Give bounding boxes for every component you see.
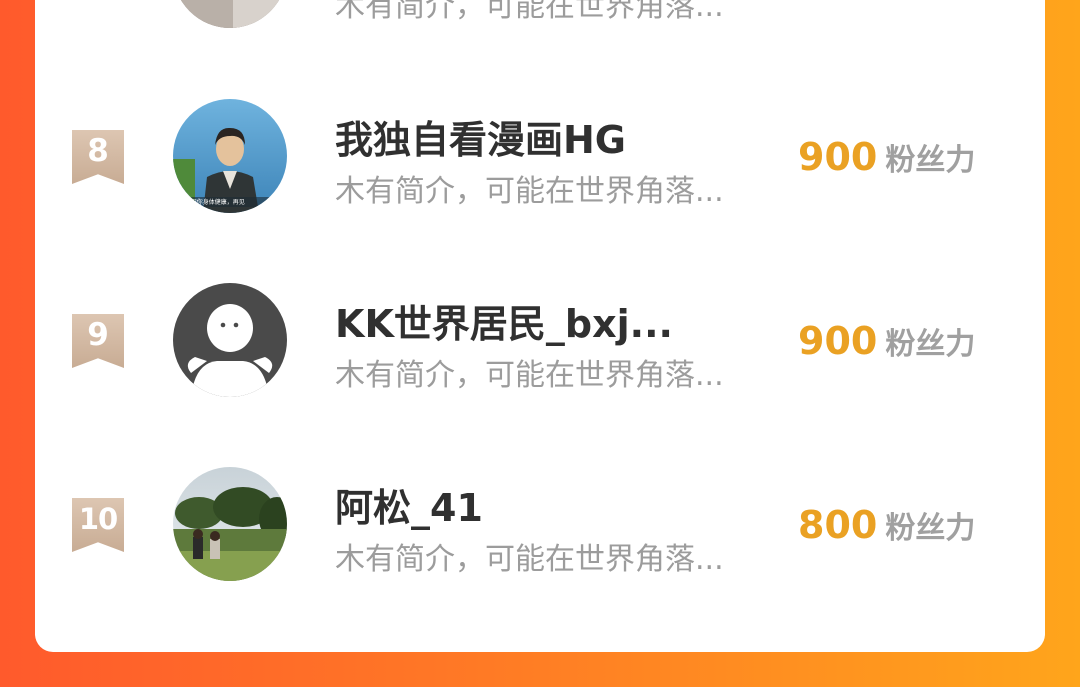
list-item[interactable]: 10 阿松_41 木有简介，可能在世界角落... 800 粉丝力 <box>35 467 1045 587</box>
list-item[interactable]: 木有简介，可能在世界角落... <box>35 0 1045 34</box>
ranking-card: 木有简介，可能在世界角落... 8 ...祝你身体健康，再见 我独自看漫画HG … <box>35 0 1045 652</box>
user-description: 木有简介，可能在世界角落... <box>335 358 724 393</box>
user-name: KK世界居民_bxj... <box>335 302 673 346</box>
list-item[interactable]: 9 KK世界居民_bxj... 木有简介，可能在世界角落... 900 粉丝力 <box>35 283 1045 403</box>
user-description: 木有简介，可能在世界角落... <box>335 542 724 577</box>
fan-score: 900 粉丝力 <box>798 135 975 179</box>
user-name: 我独自看漫画HG <box>335 118 626 162</box>
user-name: 阿松_41 <box>335 486 483 530</box>
avatar <box>173 0 287 28</box>
rank-badge: 9 <box>72 314 124 368</box>
fan-score: 800 粉丝力 <box>798 503 975 547</box>
score-unit: 粉丝力 <box>885 327 976 362</box>
rank-badge: 10 <box>72 498 124 552</box>
list-item[interactable]: 8 ...祝你身体健康，再见 我独自看漫画HG 木有简介，可能在世界角落... <box>35 99 1045 219</box>
user-description: 木有简介，可能在世界角落... <box>335 174 724 209</box>
rank-badge: 8 <box>72 130 124 184</box>
score-value: 900 <box>798 319 878 363</box>
score-unit: 粉丝力 <box>885 143 976 178</box>
fan-score: 900 粉丝力 <box>798 319 975 363</box>
avatar <box>173 467 287 581</box>
score-unit: 粉丝力 <box>885 511 976 546</box>
avatar: ...祝你身体健康，再见 <box>173 99 287 213</box>
user-description: 木有简介，可能在世界角落... <box>335 0 724 24</box>
score-value: 900 <box>798 135 878 179</box>
score-value: 800 <box>798 503 878 547</box>
avatar-default-icon <box>173 283 287 397</box>
avatar-caption: ...祝你身体健康，再见 <box>185 199 245 206</box>
